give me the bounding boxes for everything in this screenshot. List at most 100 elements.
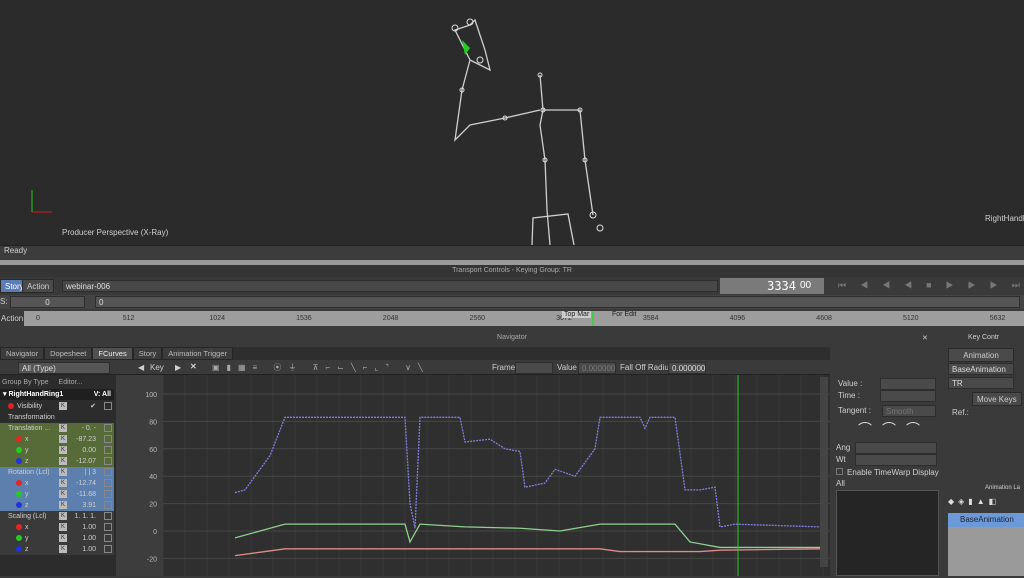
tree-row[interactable]: Transformation [0,412,114,423]
anim-toggle[interactable] [104,501,112,509]
graph-scrollbar[interactable] [820,377,828,567]
tree-row[interactable]: yK-11.68 [0,489,114,500]
keying-group-select[interactable]: TR [948,377,1014,389]
tree-row[interactable]: zK3.91 [0,500,114,511]
tangent-tool-icons[interactable]: ▣▮▦≡ ⦿⏚ ⊼⌐⌙╲⌐⌞⌝ ∨╲ [212,362,430,373]
delete-key-icon[interactable]: ✕ [190,362,197,371]
tree-row-value[interactable]: -12.74 [70,478,96,489]
editor-button[interactable]: Editor... [59,379,83,386]
key-icon[interactable]: K [59,468,67,476]
tab-animation-trigger[interactable]: Animation Trigger [162,347,233,360]
tree-row[interactable]: yK0.00 [0,445,114,456]
fcurve-canvas[interactable]: 100806040200-20 [116,375,830,576]
tree-row-label: x [25,436,29,443]
tree-row[interactable]: VisibilityK✔ [0,401,114,412]
tree-row[interactable]: xK1.00 [0,522,114,533]
tree-row[interactable]: Scaling (Lcl)K1. 1. 1. [0,511,114,522]
key-icon[interactable]: K [59,545,67,553]
frame-field[interactable] [515,362,553,374]
tangent-break-icons[interactable]: ⌒⌒⌒ [858,419,930,439]
value-label: Value [557,363,577,372]
animation-button[interactable]: Animation [948,348,1014,362]
key-icon[interactable]: K [59,534,67,542]
layer-tool-icons[interactable]: ◆◈▮▲◧ [948,497,1000,506]
tree-row[interactable]: x K-87.23 [0,434,114,445]
tree-row[interactable]: Translation ...K- 0. - [0,423,114,434]
tab-fcurves[interactable]: FCurves [92,347,132,360]
tab-navigator[interactable]: Navigator [0,347,44,360]
next-key-icon[interactable]: ▶ [175,363,181,372]
tree-row-value[interactable]: 1.00 [70,522,96,533]
tree-row[interactable]: xK-12.74 [0,478,114,489]
anim-toggle[interactable] [104,468,112,476]
prev-key-icon[interactable]: ◀ [138,363,144,372]
tree-row[interactable]: zK1.00 [0,544,114,555]
take-select[interactable]: webinar-006 [62,280,718,292]
anim-toggle[interactable] [104,512,112,520]
tree-row-value[interactable]: 1. 1. 1. [70,511,96,522]
key-controls-panel: Animation BaseAnimation TR Move Keys Ref… [945,345,1024,576]
filter-select[interactable]: All (Type) [18,362,110,374]
tab-dopesheet[interactable]: Dopesheet [44,347,92,360]
anim-toggle[interactable] [104,435,112,443]
tree-row-value[interactable]: 1.00 [70,533,96,544]
anim-toggle[interactable] [104,523,112,531]
weight-fields[interactable] [855,454,937,466]
anim-toggle[interactable] [104,490,112,498]
tree-row-value[interactable]: -12.07 [70,456,96,467]
timewarp-checkbox[interactable] [836,468,843,475]
tree-row-value[interactable]: 0.00 [70,445,96,456]
anim-toggle[interactable] [104,446,112,454]
timeline-ruler[interactable]: 0512102415362048256030723584409646085120… [24,311,1024,326]
key-icon[interactable]: K [59,435,67,443]
key-icon[interactable]: K [59,402,67,410]
tree-row[interactable]: Rotation (Lcl)K| | 3 [0,467,114,478]
tree-root[interactable]: ▾ RightHandRing1V: All [0,389,114,400]
end-field[interactable]: 0 [95,296,1020,308]
tree-row-value[interactable]: 1.00 [70,544,96,555]
layer-item[interactable]: BaseAnimation [948,513,1024,527]
falloff-field[interactable]: 0.000000 [668,362,706,374]
tab-story[interactable]: Story [133,347,163,360]
key-icon[interactable]: K [59,457,67,465]
move-keys-button[interactable]: Move Keys [972,392,1022,406]
layer-select[interactable]: BaseAnimation [948,363,1014,375]
key-icon[interactable]: K [59,479,67,487]
close-icon[interactable]: ✕ [922,334,928,342]
start-field[interactable]: 0 [10,296,85,308]
key-icon[interactable]: K [59,512,67,520]
angle-fields[interactable] [855,442,937,454]
value-field[interactable]: 0.000000 [578,362,616,374]
key-icon[interactable]: K [59,490,67,498]
action-button[interactable]: Action [22,279,54,293]
anim-toggle[interactable] [104,545,112,553]
tree-row-value[interactable]: -87.23 [70,434,96,445]
anim-toggle[interactable] [104,457,112,465]
key-icon[interactable]: K [59,523,67,531]
tree-row[interactable]: zK-12.07 [0,456,114,467]
tree-row-value[interactable]: 3.91 [70,500,96,511]
playhead[interactable] [592,312,594,326]
key-value-field[interactable] [880,378,936,390]
playback-controls[interactable]: ⏮◀◀◀■▶▶▶⏭ [838,280,1024,291]
ruler-tick: 2560 [470,315,486,322]
key-time-field[interactable] [880,390,936,402]
tree-row-value[interactable]: -11.68 [70,489,96,500]
anim-toggle[interactable] [104,424,112,432]
key-icon[interactable]: K [59,501,67,509]
tree-row-value[interactable]: | | 3 [70,467,96,478]
anim-toggle[interactable] [104,479,112,487]
anim-toggle[interactable] [104,534,112,542]
tree-row-value[interactable]: ✔ [70,401,96,412]
tangent-select[interactable]: Smooth [882,405,936,417]
anim-toggle[interactable] [104,402,112,410]
tree-row-value[interactable]: - 0. - [70,423,96,434]
3d-viewport[interactable]: Producer Perspective (X-Ray) RightHandRi [0,0,1024,245]
tree-row[interactable]: yK1.00 [0,533,114,544]
key-icon[interactable]: K [59,424,67,432]
all-button[interactable]: All [836,479,845,488]
key-icon[interactable]: K [59,446,67,454]
timewarp-preview [836,490,939,576]
plot-area[interactable] [163,375,830,576]
fcurve-graph[interactable]: 100806040200-20 [116,375,830,576]
